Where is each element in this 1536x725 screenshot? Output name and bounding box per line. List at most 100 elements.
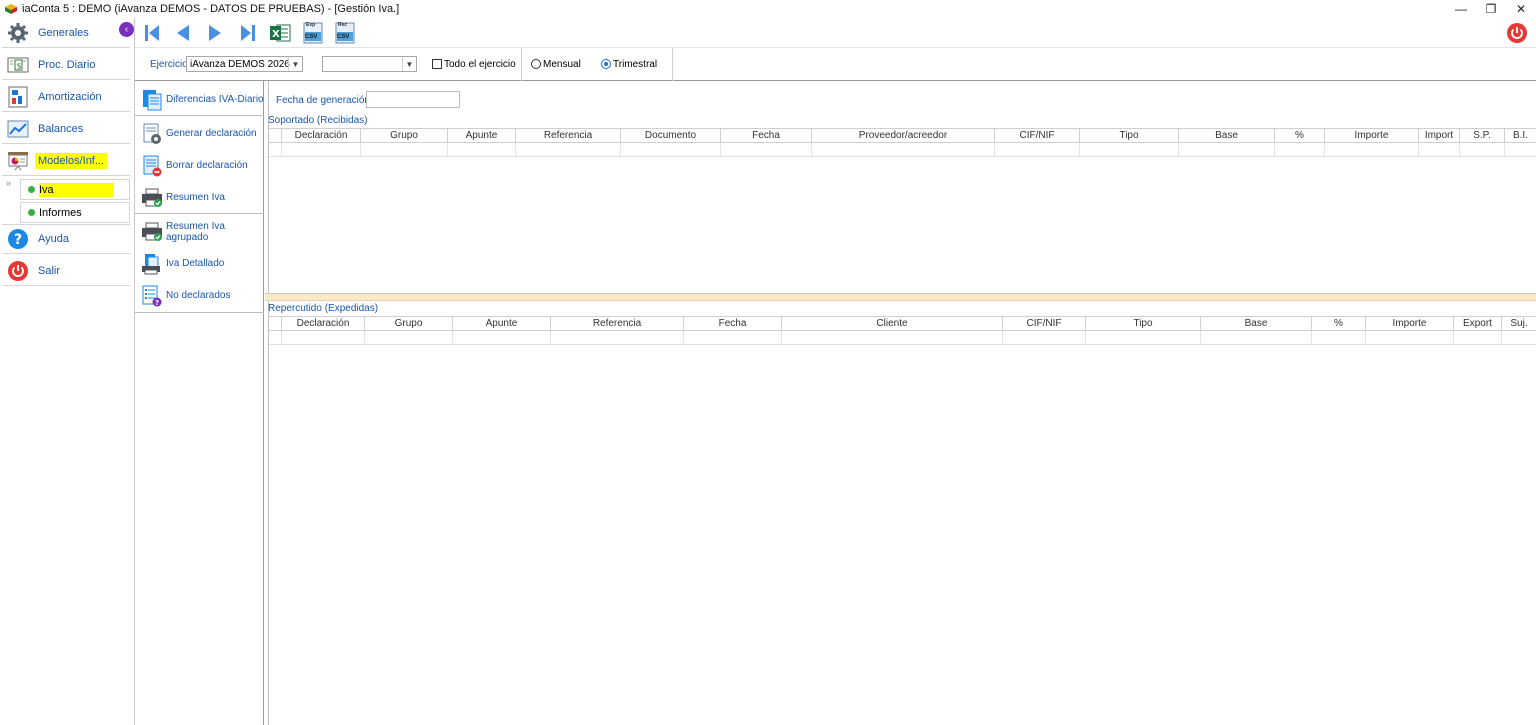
close-button[interactable]: ✕ — [1506, 0, 1536, 18]
column-header[interactable]: S.P. — [1459, 129, 1504, 143]
action-borrar-declaracion[interactable]: Borrar declaración — [135, 149, 264, 182]
divider — [268, 81, 269, 725]
sidebar-subitem-label: Informes — [39, 206, 82, 219]
trimestral-radio[interactable] — [601, 59, 611, 69]
sidebar-item-salir[interactable]: Salir — [2, 256, 130, 286]
chart-icon — [7, 118, 29, 140]
column-header[interactable]: Importe — [1324, 129, 1418, 143]
column-header[interactable]: Declaración — [281, 317, 364, 331]
excel-icon[interactable]: X — [268, 21, 292, 45]
column-header[interactable]: Importe — [1365, 317, 1453, 331]
column-header[interactable]: Apunte — [447, 129, 515, 143]
trimestral-label: Trimestral — [613, 59, 658, 70]
table-row[interactable] — [269, 143, 1536, 157]
column-header[interactable]: Tipo — [1079, 129, 1178, 143]
sidebar-item-label: Modelos/Inf... — [35, 152, 108, 169]
sidebar-item-proc-diario[interactable]: $ Proc. Diario — [2, 50, 130, 80]
column-header[interactable]: Import — [1418, 129, 1459, 143]
printer-grouped-icon — [141, 221, 163, 243]
fecha-generacion-input[interactable] — [366, 91, 460, 108]
column-header[interactable]: Fecha — [720, 129, 811, 143]
action-resumen-iva-agrupado[interactable]: Resumen Iva agrupado — [135, 215, 264, 248]
column-header[interactable]: Referencia — [515, 129, 620, 143]
column-header[interactable]: Export — [1453, 317, 1501, 331]
column-header[interactable]: % — [1311, 317, 1365, 331]
sidebar-subitem-iva[interactable]: Iva — [20, 179, 130, 200]
last-icon[interactable] — [236, 21, 260, 45]
first-icon[interactable] — [140, 21, 164, 45]
column-header[interactable]: Documento — [620, 129, 720, 143]
column-header[interactable]: CIF/NIF — [1002, 317, 1085, 331]
column-header[interactable]: % — [1274, 129, 1324, 143]
delete-declaration-icon — [141, 155, 163, 177]
minimize-button[interactable]: — — [1446, 0, 1476, 18]
import-csv-icon[interactable]: Rec CSV — [333, 21, 357, 45]
table-row[interactable] — [269, 331, 1536, 345]
svg-text:X: X — [272, 29, 280, 40]
svg-text:?: ? — [155, 299, 159, 307]
period-select[interactable]: ▼ — [322, 56, 417, 72]
soportado-title: Soportado (Recibidas) — [268, 115, 368, 126]
title-bar: iaConta 5 : DEMO (iAvanza DEMOS - DATOS … — [0, 0, 1536, 18]
sidebar-subitem-informes[interactable]: Informes — [20, 202, 130, 223]
detailed-print-icon — [141, 253, 163, 275]
column-header[interactable]: Suj. — [1501, 317, 1536, 331]
restore-button[interactable]: ❐ — [1476, 0, 1506, 18]
column-header[interactable]: Tipo — [1085, 317, 1200, 331]
svg-text:?: ? — [14, 232, 22, 248]
ejercicio-value: iAvanza DEMOS 2026 — [190, 58, 290, 70]
action-generar-declaracion[interactable]: Generar declaración — [135, 117, 264, 150]
sidebar-item-label: Amortización — [38, 90, 102, 103]
sidebar-item-amortizacion[interactable]: Amortización — [2, 82, 130, 112]
column-header[interactable]: Base — [1200, 317, 1311, 331]
sidebar-item-generales[interactable]: Generales — [2, 18, 130, 48]
column-header[interactable]: Base — [1178, 129, 1274, 143]
action-label: Borrar declaración — [166, 160, 248, 171]
sidebar-item-modelos[interactable]: Modelos/Inf... — [2, 146, 130, 176]
action-iva-detallado[interactable]: Iva Detallado — [135, 247, 264, 280]
ejercicio-select[interactable]: iAvanza DEMOS 2026 ▼ — [186, 56, 303, 72]
actions-panel: Diferencias IVA-Diario Generar declaraci… — [135, 81, 264, 725]
sidebar-item-label: Generales — [38, 26, 89, 39]
action-label: Generar declaración — [166, 128, 257, 139]
column-header[interactable]: Grupo — [364, 317, 452, 331]
divider — [135, 213, 264, 214]
printer-icon — [141, 187, 163, 209]
presentation-icon — [7, 150, 29, 172]
column-header[interactable]: Grupo — [360, 129, 447, 143]
column-header[interactable]: Proveedor/acreedor — [811, 129, 994, 143]
action-no-declarados[interactable]: ? No declarados — [135, 279, 264, 312]
repercutido-grid[interactable]: Declaración Grupo Apunte Referencia Fech… — [269, 316, 1536, 345]
column-header[interactable]: Declaración — [281, 129, 360, 143]
column-header[interactable]: Cliente — [781, 317, 1002, 331]
action-label: Resumen Iva agrupado — [166, 220, 225, 243]
pane-splitter[interactable] — [265, 293, 1536, 301]
soportado-grid[interactable]: Declaración Grupo Apunte Referencia Docu… — [269, 128, 1536, 157]
sidebar-item-balances[interactable]: Balances — [2, 114, 130, 144]
sidebar-item-ayuda[interactable]: ? Ayuda — [2, 224, 130, 254]
column-header[interactable]: Referencia — [550, 317, 683, 331]
svg-text:$: $ — [17, 61, 22, 70]
column-header[interactable]: CIF/NIF — [994, 129, 1079, 143]
next-icon[interactable] — [203, 21, 227, 45]
todo-ejercicio-label: Todo el ejercicio — [444, 59, 516, 70]
help-icon: ? — [7, 228, 29, 250]
export-csv-label: CSV — [305, 34, 318, 40]
export-csv-icon[interactable]: Exp CSV — [301, 21, 325, 45]
column-header[interactable]: B.I. — [1504, 129, 1536, 143]
column-header[interactable]: Fecha — [683, 317, 781, 331]
todo-ejercicio-checkbox[interactable] — [432, 59, 442, 69]
app-logo-icon — [5, 4, 17, 14]
mensual-radio[interactable] — [531, 59, 541, 69]
chevron-down-icon: ▼ — [288, 57, 302, 71]
power-icon[interactable] — [1505, 21, 1529, 45]
action-label: Resumen Iva — [166, 192, 225, 203]
action-resumen-iva[interactable]: Resumen Iva — [135, 181, 264, 214]
column-header[interactable]: Apunte — [452, 317, 550, 331]
sidebar-item-label: Balances — [38, 122, 84, 135]
action-diferencias-iva-diario[interactable]: Diferencias IVA-Diario — [135, 83, 264, 116]
depreciation-icon — [7, 86, 29, 108]
expand-icon[interactable]: » — [6, 178, 11, 188]
generate-declaration-icon — [141, 123, 163, 145]
previous-icon[interactable] — [171, 21, 195, 45]
